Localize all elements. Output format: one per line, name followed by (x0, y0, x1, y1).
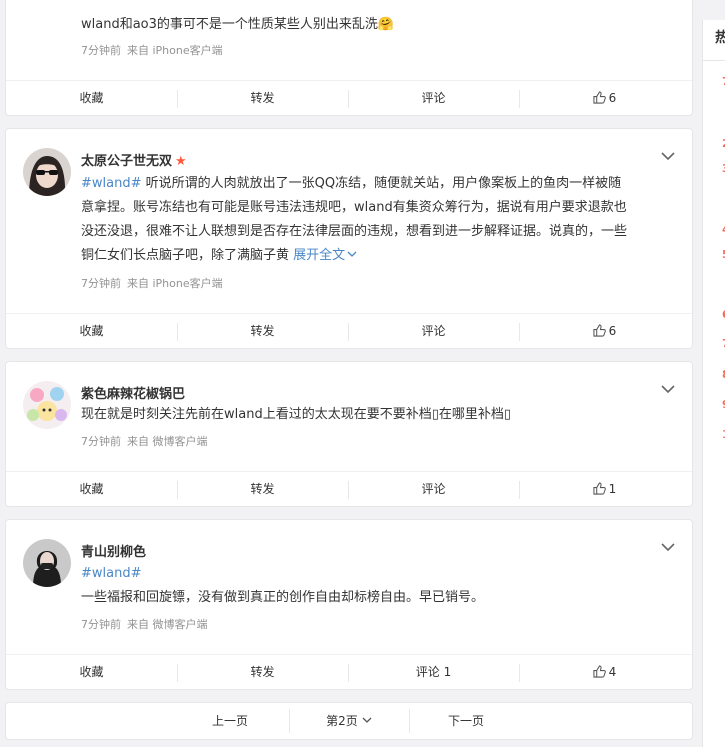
avatar[interactable] (23, 148, 71, 196)
sidebar-title: 热 (715, 27, 725, 47)
post-content: wland和ao3的事可不是一个性质某些人别出来乱洗🤗 (81, 17, 395, 32)
post-time[interactable]: 7分钟前 (81, 435, 121, 448)
username[interactable]: 青山别柳色 (81, 541, 146, 560)
post-meta: 7分钟前 来自 iPhone客户端 (81, 275, 229, 291)
post-source: 来自 iPhone客户端 (127, 277, 223, 290)
post-meta: 7分钟前 来自 微博客户端 (81, 616, 214, 632)
like-button[interactable]: 1 (519, 472, 690, 506)
comment-button[interactable]: 评论 (348, 314, 519, 348)
like-count: 4 (608, 665, 617, 679)
chevron-down-icon (362, 717, 372, 723)
repost-button[interactable]: 转发 (177, 314, 348, 348)
avatar-image (23, 381, 71, 429)
post-actions: 收藏 转发 评论 6 (6, 313, 692, 348)
post-meta: 7分钟前 来自 iPhone客户端 (81, 42, 229, 58)
like-button[interactable]: 4 (519, 655, 690, 689)
post-actions: 收藏 转发 评论 1 (6, 471, 692, 506)
hot-sidebar: 热 7 2 3 4 5 6 7 8 9 1 (702, 20, 725, 747)
thumbs-up-icon (593, 91, 606, 104)
comment-button[interactable]: 评论 1 (348, 655, 519, 689)
post-time[interactable]: 7分钟前 (81, 618, 121, 631)
post-content: #wland# 听说所谓的人肉就放出了一张QQ冻结，随便就关站，用户像案板上的鱼… (81, 176, 628, 263)
repost-button[interactable]: 转发 (177, 472, 348, 506)
favorite-button[interactable]: 收藏 (6, 655, 177, 689)
like-count: 6 (608, 91, 617, 105)
chevron-down-icon[interactable] (661, 151, 675, 161)
chevron-down-icon[interactable] (661, 542, 675, 552)
post-source: 来自 微博客户端 (127, 618, 208, 631)
repost-button[interactable]: 转发 (177, 655, 348, 689)
like-button[interactable]: 6 (519, 314, 690, 348)
hashtag-link[interactable]: #wland# (81, 566, 142, 581)
verified-star-icon: ★ (175, 154, 187, 169)
like-count: 6 (608, 324, 617, 338)
favorite-button[interactable]: 收藏 (6, 472, 177, 506)
avatar[interactable] (23, 539, 71, 587)
post-card: wland和ao3的事可不是一个性质某些人别出来乱洗🤗 7分钟前 来自 iPhon… (5, 0, 693, 116)
favorite-button[interactable]: 收藏 (6, 314, 177, 348)
post-content: #wland# 一些福报和回旋镖，没有做到真正的创作自由却标榜自由。早已销号。 (81, 566, 485, 605)
expand-full-text-link[interactable]: 展开全文 (293, 248, 357, 263)
post-card: 青山别柳色 #wland# 一些福报和回旋镖，没有做到真正的创作自由却标榜自由。… (5, 519, 693, 690)
hashtag-link[interactable]: #wland# (81, 176, 142, 191)
post-actions: 收藏 转发 评论 1 4 (6, 654, 692, 689)
comment-button[interactable]: 评论 (348, 81, 519, 115)
avatar-image (23, 148, 71, 196)
thumbs-up-icon (593, 324, 606, 337)
thumbs-up-icon (593, 482, 606, 495)
comment-button[interactable]: 评论 (348, 472, 519, 506)
next-page-button[interactable]: 下一页 (406, 703, 526, 739)
post-time[interactable]: 7分钟前 (81, 277, 121, 290)
post-card: 紫色麻辣花椒锅巴 现在就是时刻关注先前在wland上看过的太太现在要不要补档▯在… (5, 361, 693, 507)
pagination: 上一页 第2页 下一页 (5, 702, 693, 740)
post-time[interactable]: 7分钟前 (81, 44, 121, 57)
repost-button[interactable]: 转发 (177, 81, 348, 115)
page-select[interactable]: 第2页 (289, 703, 409, 739)
post-source: 来自 微博客户端 (127, 435, 208, 448)
post-source: 来自 iPhone客户端 (127, 44, 223, 57)
avatar[interactable] (23, 381, 71, 429)
post-actions: 收藏 转发 评论 6 (6, 80, 692, 115)
chevron-down-icon[interactable] (661, 384, 675, 394)
emoji-hug-icon: 🤗 (377, 17, 395, 32)
prev-page-button[interactable]: 上一页 (170, 703, 290, 739)
username[interactable]: 紫色麻辣花椒锅巴 (81, 383, 185, 402)
post-card: 太原公子世无双 ★ #wland# 听说所谓的人肉就放出了一张QQ冻结，随便就关站… (5, 128, 693, 349)
thumbs-up-icon (593, 665, 606, 678)
post-content: 现在就是时刻关注先前在wland上看过的太太现在要不要补档▯在哪里补档▯ (81, 407, 512, 422)
favorite-button[interactable]: 收藏 (6, 81, 177, 115)
avatar-image (23, 539, 71, 587)
post-meta: 7分钟前 来自 微博客户端 (81, 433, 214, 449)
like-count: 1 (608, 482, 617, 496)
like-button[interactable]: 6 (519, 81, 690, 115)
chevron-down-icon (347, 251, 357, 257)
username[interactable]: 太原公子世无双 ★ (81, 150, 187, 169)
